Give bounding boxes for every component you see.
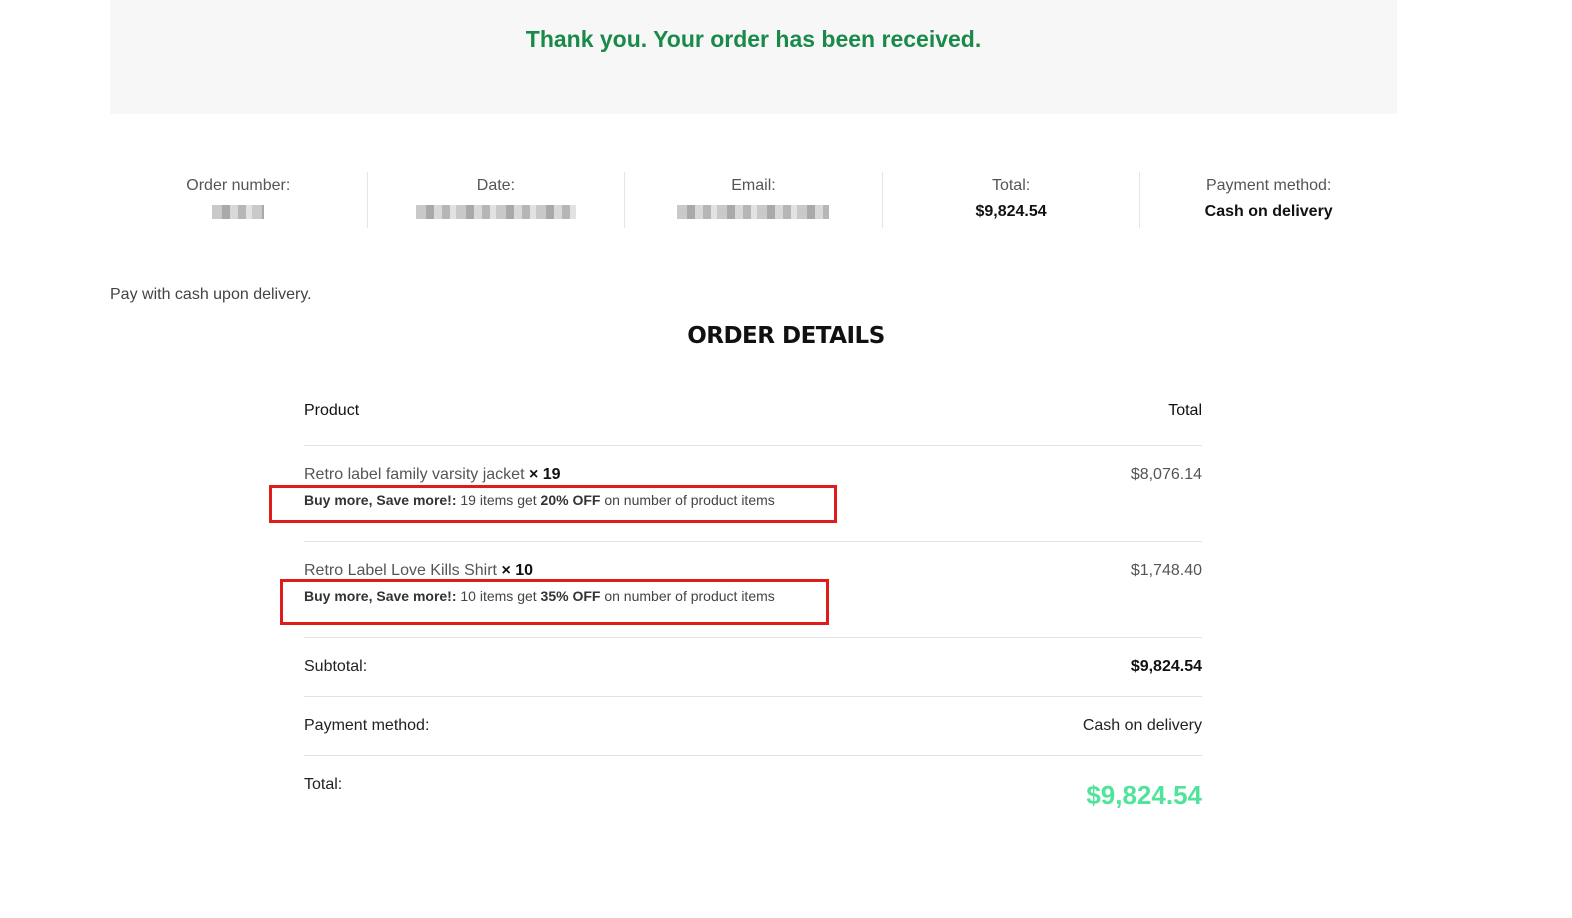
total-column-header: Total — [1168, 402, 1202, 419]
subtotal-value: $9,824.54 — [1130, 658, 1202, 675]
order-overview: Order number: Date: Email: Total: $9,824… — [110, 172, 1397, 228]
email-redacted — [677, 205, 830, 219]
total-column: Total: $9,824.54 — [883, 172, 1141, 228]
payment-method-value: Cash on delivery — [1204, 203, 1333, 220]
product-name[interactable]: Retro label family varsity jacket — [304, 466, 525, 483]
line-item-total: $8,076.14 — [1130, 466, 1202, 483]
payment-instructions: Pay with cash upon delivery. — [110, 286, 312, 303]
annotation-highlight-box — [269, 485, 837, 523]
date-column: Date: — [368, 172, 626, 228]
grand-total-row: Total: $9,824.54 — [304, 756, 1202, 826]
grand-total-label: Total: — [304, 776, 343, 793]
product-column-header: Product — [304, 402, 360, 419]
product-name[interactable]: Retro Label Love Kills Shirt — [304, 562, 497, 579]
order-details-heading: ORDER DETAILS — [687, 323, 885, 349]
subtotal-row: Subtotal: $9,824.54 — [304, 638, 1202, 697]
payment-method-column: Payment method: Cash on delivery — [1140, 172, 1397, 228]
subtotal-label: Subtotal: — [304, 658, 368, 675]
product-quantity: × 19 — [528, 466, 561, 483]
payment-method-row: Payment method: Cash on delivery — [304, 697, 1202, 756]
order-number-column: Order number: — [110, 172, 368, 228]
line-item-total: $1,748.40 — [1130, 562, 1202, 579]
table-header-row: Product Total — [304, 380, 1202, 446]
email-column: Email: — [625, 172, 883, 228]
date-label: Date: — [476, 177, 516, 194]
payment-method-row-value: Cash on delivery — [1082, 717, 1202, 734]
total-label: Total: — [991, 177, 1031, 194]
order-number-label: Order number: — [186, 177, 291, 194]
annotation-highlight-box — [280, 579, 829, 625]
payment-method-label: Payment method: — [1205, 177, 1332, 194]
product-quantity: × 10 — [501, 562, 534, 579]
total-value: $9,824.54 — [975, 203, 1047, 220]
thank-you-banner: Thank you. Your order has been received. — [110, 0, 1397, 114]
date-redacted — [415, 205, 576, 219]
payment-method-row-label: Payment method: — [304, 717, 430, 734]
thank-you-message: Thank you. Your order has been received. — [525, 26, 982, 52]
grand-total-value: $9,824.54 — [1086, 780, 1202, 810]
order-number-redacted — [212, 205, 265, 219]
email-label: Email: — [731, 177, 776, 194]
